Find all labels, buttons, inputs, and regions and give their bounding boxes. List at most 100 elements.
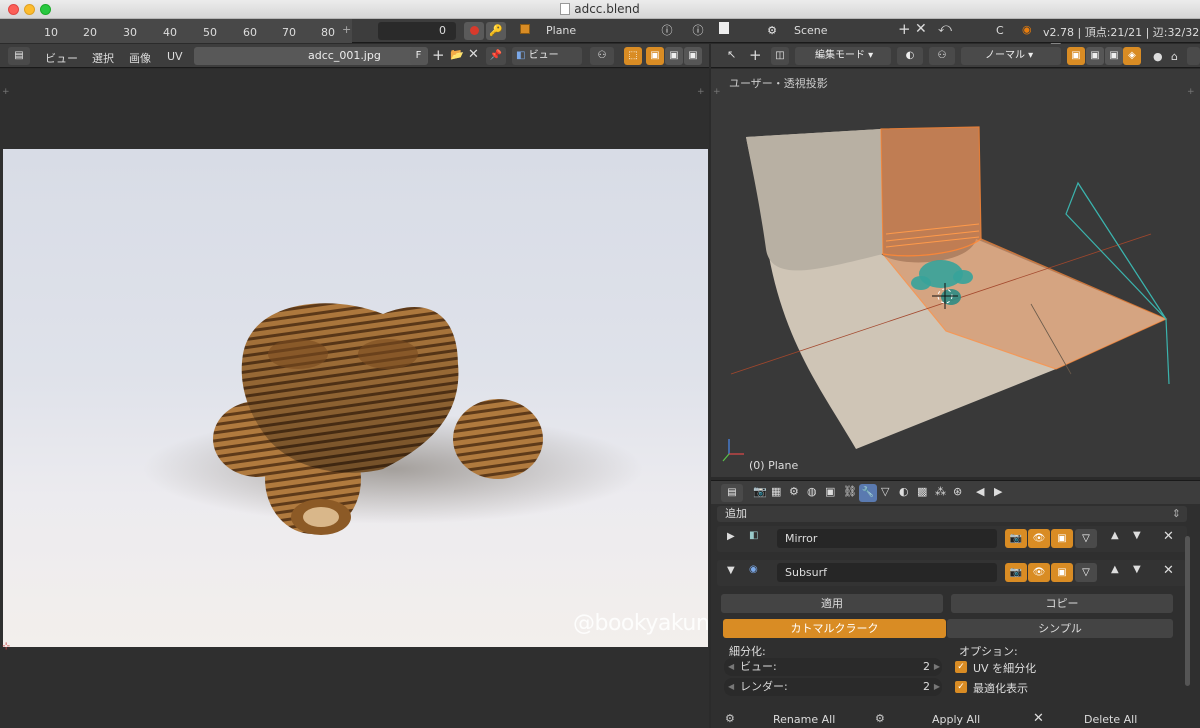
record-button[interactable] — [464, 22, 484, 40]
viewport-toggle-icon[interactable]: 👁 — [1028, 529, 1050, 548]
copy-button[interactable]: コピー — [951, 594, 1173, 613]
render-toggle-icon[interactable]: 📷 — [1005, 529, 1027, 548]
menu-select[interactable]: 選択 — [92, 50, 114, 66]
add-scene-button[interactable]: + — [898, 20, 911, 38]
remove-modifier-icon[interactable]: ✕ — [1163, 529, 1174, 544]
modifier-name-field[interactable]: Subsurf — [777, 563, 997, 582]
snap-icon[interactable]: ⌂ — [1171, 50, 1178, 63]
uv-subdivide-checkbox[interactable]: ✓ — [955, 661, 967, 673]
move-down-icon[interactable]: ▼ — [1133, 530, 1141, 541]
view-mode-dropdown[interactable]: ◧ ビュー — [512, 47, 582, 65]
viewport-toggle-icon[interactable]: 👁 — [1028, 563, 1050, 582]
decrement-icon[interactable]: ◀ — [728, 678, 734, 696]
constraints-tab-icon[interactable]: ⛓ — [843, 485, 857, 498]
optimal-display-checkbox[interactable]: ✓ — [955, 681, 967, 693]
scene-tab-icon[interactable]: ⚙ — [789, 485, 799, 498]
add-modifier-dropdown[interactable]: 追加 ⇕ — [717, 506, 1187, 522]
collapse-arrow-icon[interactable]: ▼ — [727, 565, 735, 576]
render-levels-field[interactable]: ◀ レンダー: 2 ▶ — [724, 678, 942, 696]
view-levels-field[interactable]: ◀ ビュー: 2 ▶ — [724, 658, 942, 676]
texture-tab-icon[interactable]: ▩ — [917, 485, 927, 498]
info-icon[interactable]: ⓘ — [657, 22, 677, 40]
occlude-geometry-icon[interactable]: ◈ — [1123, 47, 1141, 65]
new-image-button[interactable]: + — [432, 46, 445, 64]
delete-all-button[interactable]: Delete All — [1084, 713, 1137, 726]
close-window-button[interactable] — [8, 4, 19, 15]
cursor-tool-icon[interactable]: ↖ — [727, 48, 736, 61]
mode-dropdown[interactable]: 編集モード ▾ — [795, 47, 891, 65]
increment-icon[interactable]: ▶ — [934, 658, 940, 676]
delete-scene-button[interactable]: ✕ — [915, 21, 927, 37]
simple-toggle[interactable]: シンプル — [947, 619, 1173, 638]
world-tab-icon[interactable]: ◍ — [807, 485, 817, 498]
cage-toggle-icon[interactable]: ▽ — [1075, 563, 1097, 582]
render-toggle-icon[interactable]: 📷 — [1005, 563, 1027, 582]
proportional-edit-icon[interactable]: ● — [1153, 50, 1163, 63]
pivot-icon[interactable]: ⚇ — [590, 47, 614, 65]
editmode-toggle-icon[interactable]: ▣ — [1051, 529, 1073, 548]
vertex-select-mode-icon[interactable]: ▣ — [1067, 47, 1085, 65]
material-tab-icon[interactable]: ◐ — [899, 485, 909, 498]
apply-button[interactable]: 適用 — [721, 594, 943, 613]
render-layers-tab-icon[interactable]: ▦ — [771, 485, 781, 498]
keying-set-button[interactable]: 🔑 — [486, 22, 506, 40]
catmull-clark-toggle[interactable]: カトマルクラーク — [723, 619, 946, 638]
rename-all-button[interactable]: Rename All — [773, 713, 835, 726]
object-icon[interactable]: ◫ — [771, 47, 789, 65]
snap-mode-icon[interactable] — [1187, 47, 1200, 65]
move-up-icon[interactable]: ▲ — [1111, 530, 1119, 541]
sync-selection-icon[interactable]: ⬚ — [624, 47, 642, 65]
properties-scrollbar[interactable] — [1185, 536, 1190, 686]
data-tab-icon[interactable]: ▽ — [881, 485, 889, 498]
image-editor-area[interactable]: + + @bookyakuno ⊹ — [0, 69, 709, 728]
edge-select-icon[interactable]: ▣ — [665, 47, 683, 65]
scroll-right-icon[interactable]: ▶ — [994, 485, 1002, 498]
modifier-name-field[interactable]: Mirror — [777, 529, 997, 548]
image-name-field[interactable]: adcc_001.jpg — [194, 47, 428, 65]
apply-all-button[interactable]: Apply All — [932, 713, 980, 726]
undo-history-icon[interactable]: ⤺ — [938, 21, 952, 36]
region-toggle-icon[interactable]: + — [697, 87, 705, 97]
menu-image[interactable]: 画像 — [129, 50, 151, 66]
editor-type-icon[interactable]: ▤ — [8, 47, 30, 65]
fake-user-button[interactable]: F — [410, 47, 427, 65]
object-tab-icon[interactable]: ▣ — [825, 485, 835, 498]
menu-view[interactable]: ビュー — [45, 50, 78, 66]
cage-toggle-icon[interactable]: ▽ — [1075, 529, 1097, 548]
render-tab-icon[interactable]: 📷 — [753, 485, 767, 498]
face-select-mode-icon[interactable]: ▣ — [1105, 47, 1123, 65]
region-toggle-icon[interactable]: + — [2, 87, 10, 97]
move-down-icon[interactable]: ▼ — [1133, 564, 1141, 575]
pivot-point-icon[interactable]: ⚇ — [929, 47, 955, 65]
unlink-image-button[interactable]: ✕ — [468, 47, 479, 62]
open-image-icon[interactable]: 📂 — [450, 48, 464, 61]
shading-icon[interactable]: ◐ — [897, 47, 923, 65]
add-menu-icon[interactable]: + — [749, 46, 762, 64]
menu-uv[interactable]: UV — [167, 50, 183, 63]
minimize-window-button[interactable] — [24, 4, 35, 15]
maximize-window-button[interactable] — [40, 4, 51, 15]
move-up-icon[interactable]: ▲ — [1111, 564, 1119, 575]
particles-tab-icon[interactable]: ⁂ — [935, 485, 946, 498]
modifiers-tab-icon[interactable]: 🔧 — [859, 484, 877, 502]
scroll-left-icon[interactable]: ◀ — [976, 485, 984, 498]
info-icon[interactable]: ⓘ — [688, 22, 708, 40]
screen-layout-icon[interactable] — [714, 22, 734, 40]
current-frame-field[interactable]: 0 — [378, 22, 456, 40]
render-engine-label[interactable]: C — [996, 24, 1004, 37]
vertex-select-icon[interactable]: ▣ — [646, 47, 664, 65]
editor-type-icon[interactable]: ▤ — [721, 484, 743, 502]
editmode-toggle-icon[interactable]: ▣ — [1051, 563, 1073, 582]
expand-arrow-icon[interactable]: ▶ — [727, 531, 735, 542]
3d-viewport[interactable]: ユーザー・透視投影 + + (0) Plane — [711, 69, 1200, 477]
decrement-icon[interactable]: ◀ — [728, 658, 734, 676]
physics-tab-icon[interactable]: ⊛ — [953, 485, 962, 498]
timeline-ruler[interactable]: 10 20 30 40 50 60 70 80 + — [0, 19, 352, 43]
face-select-icon[interactable]: ▣ — [684, 47, 702, 65]
remove-modifier-icon[interactable]: ✕ — [1163, 563, 1174, 578]
timeline-plus-icon[interactable]: + — [342, 23, 351, 36]
scene-icon[interactable]: ⚙ — [762, 22, 782, 40]
pin-icon[interactable]: 📌 — [486, 47, 506, 65]
increment-icon[interactable]: ▶ — [934, 678, 940, 696]
orientation-dropdown[interactable]: ノーマル ▾ — [961, 47, 1061, 65]
